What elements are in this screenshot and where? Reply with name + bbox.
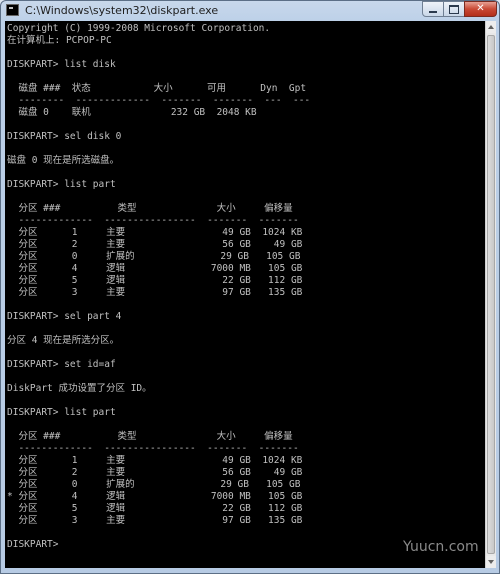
console-line: 分区 2 主要 56 GB 49 GB <box>7 239 303 250</box>
console-line: DISKPART> list part <box>7 179 116 190</box>
console-line: 分区 5 逻辑 22 GB 112 GB <box>7 275 303 286</box>
console-icon <box>6 4 19 16</box>
console-line: 分区 ### 类型 大小 偏移量 <box>7 203 293 214</box>
console-line: 分区 4 逻辑 7000 MB 105 GB <box>7 263 303 274</box>
console-line: 分区 1 主要 49 GB 1024 KB <box>7 455 303 466</box>
console-line: 磁盘 ### 状态 大小 可用 Dyn Gpt <box>7 83 307 94</box>
minimize-button[interactable] <box>422 1 444 17</box>
scroll-down-arrow-icon[interactable] <box>486 556 496 568</box>
title-bar[interactable]: C:\Windows\system32\diskpart.exe ✕ <box>1 1 499 21</box>
console-line: * 分区 4 逻辑 7000 MB 105 GB <box>7 491 303 502</box>
vertical-scrollbar[interactable] <box>485 21 496 568</box>
console-line: 分区 1 主要 49 GB 1024 KB <box>7 227 303 238</box>
close-button[interactable]: ✕ <box>464 1 497 17</box>
window-title: C:\Windows\system32\diskpart.exe <box>25 4 219 17</box>
console-line: DISKPART> sel disk 0 <box>7 131 122 142</box>
console-line: ------------- ---------------- ------- -… <box>7 443 299 454</box>
terminal-text: Copyright (C) 1999-2008 Microsoft Corpor… <box>7 23 310 551</box>
console-line: 磁盘 0 联机 232 GB 2048 KB <box>7 107 257 118</box>
console-line: 分区 3 主要 97 GB 135 GB <box>7 515 303 526</box>
console-line: 分区 3 主要 97 GB 135 GB <box>7 287 303 298</box>
console-line: 分区 0 扩展的 29 GB 105 GB <box>7 479 301 490</box>
maximize-button[interactable] <box>443 1 465 17</box>
console-line: DISKPART> list disk <box>7 59 116 70</box>
watermark: Yuucn.com <box>403 539 479 555</box>
console-line: 分区 4 现在是所选分区。 <box>7 335 120 346</box>
console-line: DISKPART> <box>7 539 59 550</box>
scroll-thumb[interactable] <box>487 35 495 554</box>
close-icon: ✕ <box>476 3 485 14</box>
console-line: ------------- ---------------- ------- -… <box>7 215 299 226</box>
console-output[interactable]: Copyright (C) 1999-2008 Microsoft Corpor… <box>5 21 485 568</box>
console-line: DiskPart 成功设置了分区 ID。 <box>7 383 152 394</box>
console-line: 分区 0 扩展的 29 GB 105 GB <box>7 251 301 262</box>
minimize-icon <box>429 10 437 13</box>
console-line: Copyright (C) 1999-2008 Microsoft Corpor… <box>7 23 271 34</box>
console-line: 在计算机上: PCPOP-PC <box>7 35 112 46</box>
maximize-icon <box>449 4 459 14</box>
console-line: DISKPART> list part <box>7 407 116 418</box>
console-line: 分区 2 主要 56 GB 49 GB <box>7 467 303 478</box>
console-line: 分区 5 逻辑 22 GB 112 GB <box>7 503 303 514</box>
console-line: 磁盘 0 现在是所选磁盘。 <box>7 155 120 166</box>
console-line: 分区 ### 类型 大小 偏移量 <box>7 431 293 442</box>
console-line: DISKPART> set id=af <box>7 359 116 370</box>
console-window: C:\Windows\system32\diskpart.exe ✕ Copyr… <box>0 0 500 574</box>
console-line: DISKPART> sel part 4 <box>7 311 122 322</box>
scroll-up-arrow-icon[interactable] <box>486 21 496 33</box>
console-line: -------- ------------- ------- ------- -… <box>7 95 311 106</box>
